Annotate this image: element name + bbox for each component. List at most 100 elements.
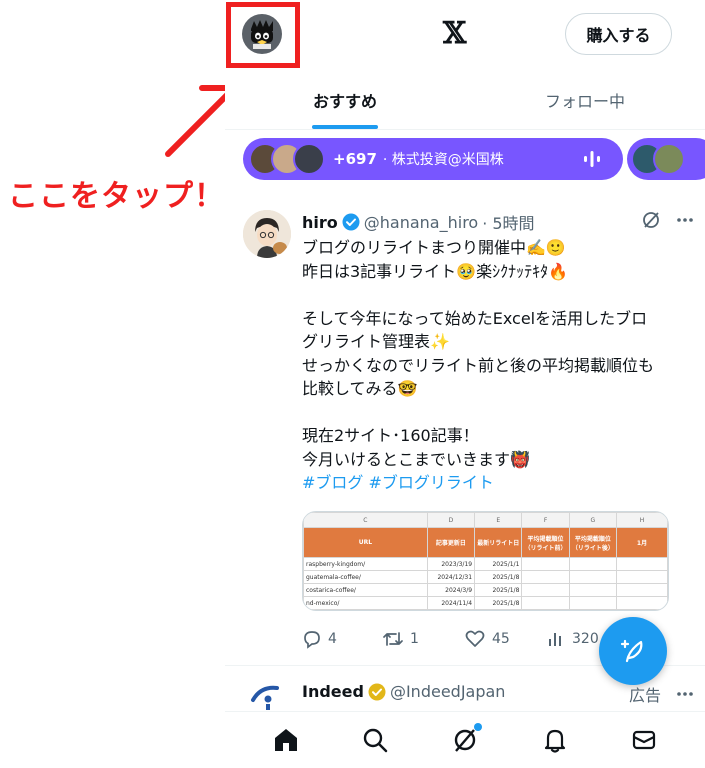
annotation-text: ここをタップ！ [8, 179, 225, 214]
active-tab-indicator [312, 125, 378, 129]
tab-for-you-label: おすすめ [312, 91, 377, 111]
views-count: 320 [572, 631, 599, 647]
spaces-banner[interactable]: +697 · 株式投資@米国株 [243, 138, 623, 180]
tweet-text: ブログのリライトまつり開催中✍️🙂 昨日は3記事リライト🥹楽ｼｸﾅｯﾃｷﾀ🔥 そ… [302, 236, 682, 495]
promoted-author-handle[interactable]: @IndeedJapan [390, 682, 505, 701]
grok-icon[interactable] [641, 210, 661, 230]
indeed-logo-icon [251, 685, 279, 710]
sheet-row: costarica-coffee/ 2024/3/9 2025/1/8 [303, 583, 668, 597]
tweet-actions: 4 1 45 320 [302, 629, 632, 649]
sheet-cell: 2025/1/1 [474, 557, 523, 571]
like-count: 45 [492, 631, 510, 647]
retweet-icon [383, 632, 403, 646]
tab-following[interactable]: フォロー中 [465, 70, 705, 129]
verified-badge-icon [342, 213, 360, 231]
promoted-tweet-header: Indeed @IndeedJapan [302, 682, 505, 701]
audio-wave-icon [584, 151, 600, 167]
sheet-header-cell: 最新リライト日 [474, 527, 523, 558]
tweet-line: 今月いけるとこまでいきます👹 [302, 449, 530, 469]
like-button[interactable]: 45 [464, 629, 546, 649]
tweet-time[interactable]: · 5時間 [482, 210, 534, 234]
phone-screen: 𝕏 購入する おすすめ フォロー中 +697 · 株式投資@米国株 hiro @… [225, 0, 705, 768]
tweet-line: せっかくなのでリライト前と後の平均掲載順位も [302, 355, 655, 375]
sheet-cell: 2025/1/8 [474, 570, 523, 584]
sheet-header-cell: 記事更新日 [426, 527, 476, 558]
space-host-avatar [653, 143, 685, 175]
spaces-banner-next[interactable] [627, 138, 705, 180]
sheet-col-letter: H [616, 512, 668, 528]
sheet-header-cell: URL [303, 527, 428, 558]
promoted-tweet-meta: 広告 [629, 682, 695, 706]
more-options-icon[interactable] [675, 210, 695, 230]
retweet-button[interactable]: 1 [382, 629, 464, 649]
retweet-count: 1 [410, 631, 419, 647]
space-listener-count: +697 [333, 150, 377, 168]
tweet-line: グリライト管理表✨ [302, 332, 450, 351]
timeline-tabs: おすすめ フォロー中 [225, 70, 705, 130]
sheet-cell: 2024/3/9 [426, 583, 476, 597]
sheet-cell: costarica-coffee/ [303, 583, 428, 597]
bell-icon [544, 729, 565, 753]
search-icon [364, 728, 388, 753]
promoted-tweet[interactable]: Indeed @IndeedJapan 広告 [225, 666, 705, 711]
tweet-author-name[interactable]: hiro [302, 213, 338, 232]
tweet-line: 比較してみる🤓 [302, 379, 418, 398]
tweet-author-handle[interactable]: @hanana_hiro [364, 213, 478, 232]
reply-icon [304, 631, 320, 649]
sheet-row: nd-mexico/ 2024/11/4 2025/1/8 [303, 596, 668, 610]
tweet-hashtags[interactable]: #ブログ #ブログリライト [302, 471, 682, 495]
bottom-navigation [225, 711, 705, 768]
sheet-cell: 2024/12/31 [426, 570, 476, 584]
reply-button[interactable]: 4 [302, 629, 382, 649]
nav-search[interactable] [360, 725, 390, 755]
x-logo[interactable]: 𝕏 [443, 16, 466, 51]
sheet-cell: 2025/1/8 [474, 596, 523, 610]
space-title: · 株式投資@米国株 [382, 152, 504, 168]
tweet-header: hiro @hanana_hiro · 5時間 [302, 210, 535, 234]
gold-verified-badge-icon [368, 683, 386, 700]
home-icon [274, 729, 297, 751]
sheet-cell: 2023/3/19 [426, 557, 476, 571]
sheet-row: raspberry-kingdom/ 2023/3/19 2025/1/1 [303, 557, 668, 571]
tweet-author-avatar[interactable] [243, 210, 291, 258]
sheet-cell: guatemala-coffee/ [303, 570, 428, 584]
heart-icon [465, 630, 485, 647]
sheet-row: guatemala-coffee/ 2024/12/31 2025/1/8 [303, 570, 668, 584]
tweet-image-spreadsheet[interactable]: C D E F G H URL 記事更新日 最新リライト日 平均掲載順位（リライ… [302, 511, 669, 611]
sheet-cell: 2024/11/4 [426, 596, 476, 610]
ad-label: 広告 [628, 686, 661, 705]
nav-notifications[interactable] [540, 725, 570, 755]
analytics-icon [549, 633, 561, 646]
nav-messages[interactable] [629, 725, 659, 755]
tweet-header-actions [641, 210, 695, 230]
annotation-highlight-box [226, 2, 300, 68]
nav-grok[interactable] [450, 723, 482, 755]
tab-following-label: フォロー中 [544, 91, 625, 111]
tab-for-you[interactable]: おすすめ [225, 70, 465, 129]
sheet-col-letter: G [568, 512, 618, 528]
tweet-line: そして今年になって始めたExcelを活用したブロ [302, 308, 648, 328]
tweet-line: ブログのリライトまつり開催中✍️🙂 [302, 238, 566, 257]
reply-count: 4 [328, 631, 337, 647]
author-illustration-icon [243, 210, 291, 258]
nav-home[interactable] [271, 725, 301, 755]
sheet-col-letter: D [426, 512, 476, 528]
tweet-line: 現在2サイト･160記事！ [302, 426, 479, 445]
sheet-header-cell: 1月 [616, 527, 668, 558]
sheet-header-cell: 平均掲載順位（リライト後） [568, 527, 618, 558]
space-host-avatar [293, 143, 325, 175]
tweet-line: 昨日は3記事リライト🥹楽ｼｸﾅｯﾃｷﾀ🔥 [302, 261, 569, 281]
promoted-author-name[interactable]: Indeed [302, 682, 364, 701]
sheet-col-letter: C [303, 512, 428, 528]
notification-dot [473, 723, 482, 731]
mail-icon [633, 730, 656, 750]
sheet-cell: raspberry-kingdom/ [303, 557, 428, 571]
sheet-cell: nd-mexico/ [303, 596, 428, 610]
buy-button[interactable]: 購入する [565, 13, 672, 55]
more-options-icon[interactable] [675, 684, 695, 704]
tweet[interactable]: hiro @hanana_hiro · 5時間 ブログのリライトまつり開催中✍️… [225, 196, 705, 666]
sheet-header-cell: 平均掲載順位（リライト前） [521, 527, 570, 558]
sheet-col-letter: E [474, 512, 523, 528]
